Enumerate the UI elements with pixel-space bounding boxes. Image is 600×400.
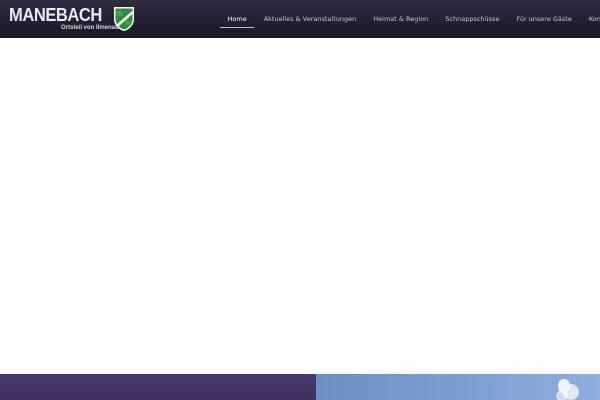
nav-item-heimat[interactable]: Heimat & Region — [365, 0, 437, 38]
purple-banner — [0, 374, 316, 400]
cloud-icon — [556, 379, 579, 400]
nav-item-home[interactable]: Home — [219, 0, 255, 38]
nav-item-kontakt[interactable]: Kontakt & Anfahrt — [580, 0, 600, 38]
coat-of-arms-icon — [114, 7, 134, 31]
site-header: MANEBACH Ortsteil von Ilmenau Home Aktue… — [0, 0, 600, 38]
nav-item-gaeste[interactable]: Für unsere Gäste — [508, 0, 580, 38]
site-logo[interactable]: MANEBACH Ortsteil von Ilmenau — [9, 5, 137, 35]
sky-photo — [316, 374, 600, 400]
hero-area — [0, 38, 600, 374]
nav-item-schnappschuesse[interactable]: Schnappschüsse — [437, 0, 508, 38]
logo-title: MANEBACH — [9, 5, 102, 25]
logo-subtitle: Ortsteil von Ilmenau — [61, 25, 119, 31]
main-navigation: Home Aktuelles & Veranstaltungen Heimat … — [219, 0, 600, 38]
nav-item-aktuelles[interactable]: Aktuelles & Veranstaltungen — [255, 0, 365, 38]
